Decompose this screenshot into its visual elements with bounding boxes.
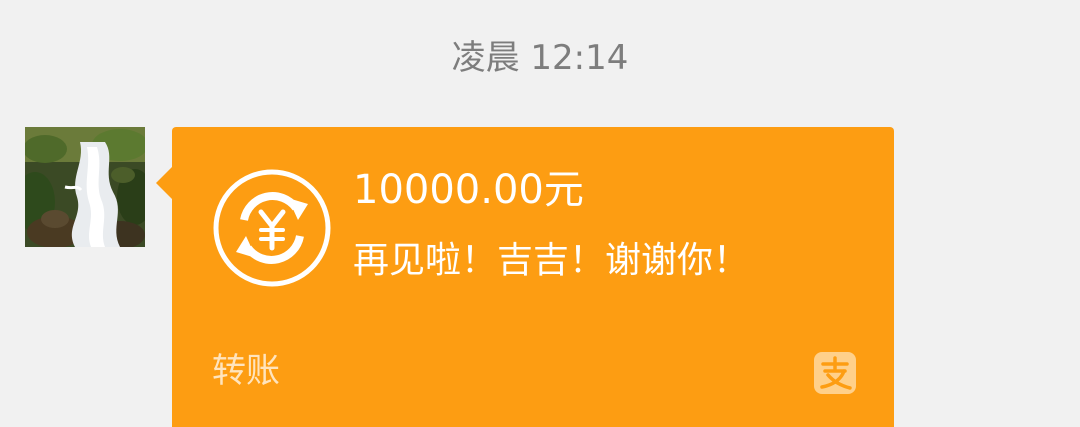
transfer-amount: 10000.00元 (353, 167, 584, 213)
alipay-logo-icon (814, 352, 856, 394)
bubble-arrow (156, 166, 173, 200)
currency-transfer-icon (212, 168, 332, 288)
avatar[interactable] (25, 127, 145, 247)
chat-timestamp: 凌晨 12:14 (451, 38, 629, 78)
transfer-message-card[interactable]: 10000.00元 再见啦！吉吉！谢谢你！ 转账 (172, 127, 894, 427)
waterfall-photo-icon (25, 127, 145, 247)
transfer-note: 再见啦！吉吉！谢谢你！ (353, 240, 750, 281)
transfer-type-label: 转账 (212, 351, 280, 391)
